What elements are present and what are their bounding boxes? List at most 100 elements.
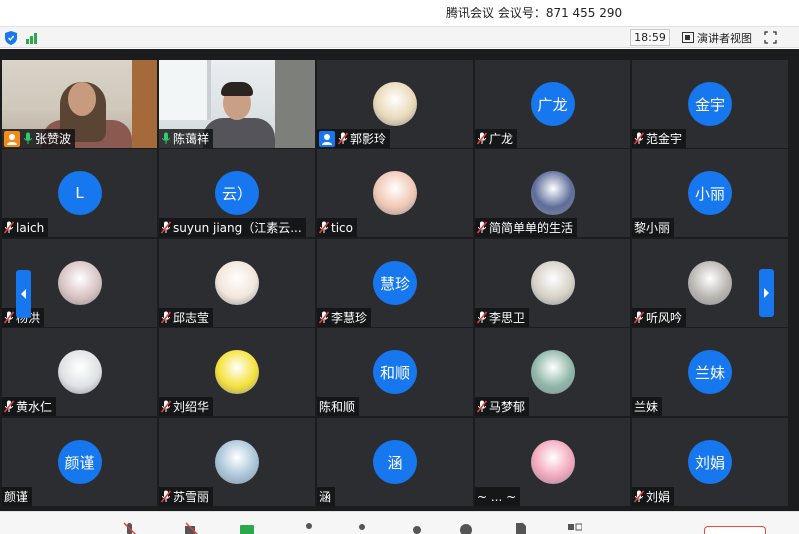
- camera-off-icon[interactable]: [185, 522, 199, 534]
- mic-muted-icon: [477, 132, 487, 145]
- end-meeting-button[interactable]: [704, 526, 766, 534]
- participant-avatar: 云）: [215, 171, 259, 215]
- participant-name: laich: [16, 220, 45, 235]
- participant-name: 张赞波: [35, 132, 72, 146]
- participant-tile[interactable]: 陈蔼祥: [159, 60, 315, 148]
- participant-name-bar: 刘绍华: [159, 397, 214, 416]
- share-screen-icon[interactable]: [240, 522, 254, 534]
- participant-avatar: 金宇: [688, 82, 732, 126]
- members-icon[interactable]: [355, 522, 369, 534]
- participant-avatar-image: [530, 261, 575, 305]
- participant-tile[interactable]: 和顺 陈和顺: [317, 328, 473, 416]
- mic-muted-icon: [319, 311, 329, 324]
- meeting-timer: 18:59: [630, 29, 670, 46]
- participant-tile[interactable]: 李思卫: [475, 239, 630, 327]
- participant-tile[interactable]: 涵涵: [317, 418, 473, 506]
- participant-avatar: 涵: [373, 440, 417, 484]
- participant-name: 刘绍华: [173, 400, 210, 414]
- mic-muted-icon: [4, 400, 14, 413]
- participant-name: 李思卫: [489, 311, 526, 325]
- participant-tile[interactable]: 慧珍 李慧珍: [317, 239, 473, 327]
- mic-muted-icon: [634, 490, 644, 503]
- mic-on-icon: [162, 132, 170, 144]
- participant-tile[interactable]: 简简单单的生活: [475, 149, 630, 237]
- participant-name-bar: ~ ... ~: [475, 487, 521, 506]
- participant-tile[interactable]: 颜谨 颜谨: [2, 418, 157, 506]
- participant-tile[interactable]: 小丽黎小丽: [632, 149, 788, 237]
- participant-avatar: 颜谨: [57, 440, 102, 484]
- participant-avatar-image: [373, 82, 417, 126]
- prev-page-button[interactable]: [16, 270, 31, 318]
- next-page-button[interactable]: [759, 269, 774, 317]
- participant-tile[interactable]: 黄水仁: [2, 328, 157, 416]
- participant-tile[interactable]: 兰妹 兰妹: [632, 328, 788, 416]
- participant-name-bar: suyun jiang（江素云...: [159, 218, 306, 237]
- mic-muted-icon[interactable]: [123, 522, 137, 534]
- signal-icon[interactable]: [26, 32, 40, 44]
- participant-name-bar: 黎小丽: [632, 218, 675, 237]
- participant-name: tico: [331, 220, 353, 235]
- participant-name: 黄水仁: [16, 400, 53, 414]
- participant-name: 简简单单的生活: [489, 221, 574, 235]
- participant-tile[interactable]: 刘娟 刘娟: [632, 418, 788, 506]
- participant-tile[interactable]: tico: [317, 149, 473, 237]
- participant-avatar-image: [57, 261, 102, 305]
- participant-avatar: 刘娟: [688, 440, 732, 484]
- mic-muted-icon: [161, 490, 171, 503]
- apps-icon[interactable]: [568, 522, 582, 534]
- participant-name: 涵: [319, 490, 332, 504]
- status-bar: 18:59 演讲者视图: [0, 26, 799, 48]
- participant-name-bar: laich: [2, 218, 49, 237]
- mic-muted-icon: [4, 311, 14, 324]
- participant-tile[interactable]: 郭影玲: [317, 60, 473, 148]
- participant-name-bar: 涵: [317, 487, 336, 506]
- mic-muted-icon: [477, 221, 487, 234]
- window-title: 腾讯会议 会议号：871 455 290: [446, 6, 623, 20]
- participant-name-bar: 兰妹: [632, 397, 663, 416]
- participant-name: 广龙: [489, 132, 514, 146]
- participant-tile[interactable]: 金宇 范金宇: [632, 60, 788, 148]
- participant-tile[interactable]: 邱志莹: [159, 239, 315, 327]
- participant-name-bar: 颜谨: [2, 487, 33, 506]
- participant-name-bar: 郭影玲: [317, 129, 391, 148]
- participant-tile[interactable]: ~ ... ~: [475, 418, 630, 506]
- participant-name-bar: 刘娟: [632, 487, 675, 506]
- participant-avatar: L: [57, 171, 102, 215]
- participant-avatar-image: [57, 350, 102, 394]
- video-grid: 张赞波 陈蔼祥 郭影玲 广龙 广龙 金宇 范金宇 Llaich 云） suyun jiang（江素…: [0, 49, 799, 511]
- participant-avatar: 小丽: [688, 171, 732, 215]
- user-badge-icon: [319, 130, 335, 147]
- participant-tile[interactable]: 马梦郁: [475, 328, 630, 416]
- meeting-toolbar: [0, 511, 799, 534]
- mic-muted-icon: [319, 221, 329, 234]
- participant-name: 兰妹: [634, 400, 659, 414]
- emoji-icon[interactable]: [459, 522, 473, 534]
- participant-tile[interactable]: 广龙 广龙: [475, 60, 630, 148]
- meeting-window: 腾讯会议 会议号：871 455 290 18:59 演讲者视图 张赞波 陈蔼祥 郭…: [0, 0, 799, 534]
- participant-tile[interactable]: Llaich: [2, 149, 157, 237]
- participant-avatar: 慧珍: [373, 261, 417, 305]
- participant-name-bar: 陈蔼祥: [159, 129, 214, 148]
- participant-name-bar: 李慧珍: [317, 308, 372, 327]
- invite-icon[interactable]: [302, 522, 316, 534]
- chat-icon[interactable]: [410, 522, 424, 534]
- participant-name: 黎小丽: [634, 221, 671, 235]
- participant-avatar: 广龙: [530, 82, 575, 126]
- participant-name-bar: tico: [317, 218, 357, 237]
- mic-muted-icon: [634, 132, 644, 145]
- shield-icon[interactable]: [5, 31, 17, 45]
- speaker-view-button[interactable]: 演讲者视图: [682, 29, 752, 46]
- participant-name: 郭影玲: [350, 132, 387, 146]
- fullscreen-icon[interactable]: [764, 31, 777, 44]
- participant-avatar-image: [530, 171, 575, 215]
- participant-tile[interactable]: 云） suyun jiang（江素云...: [159, 149, 315, 237]
- document-icon[interactable]: [514, 522, 528, 534]
- participant-name: 陈和顺: [319, 400, 356, 414]
- participant-name-bar: 范金宇: [632, 129, 687, 148]
- participant-name-bar: 简简单单的生活: [475, 218, 578, 237]
- participant-tile[interactable]: 张赞波: [2, 60, 157, 148]
- participant-tile[interactable]: 刘绍华: [159, 328, 315, 416]
- user-badge-icon: [4, 130, 20, 147]
- participant-tile[interactable]: 苏雪丽: [159, 418, 315, 506]
- mic-muted-icon: [477, 400, 487, 413]
